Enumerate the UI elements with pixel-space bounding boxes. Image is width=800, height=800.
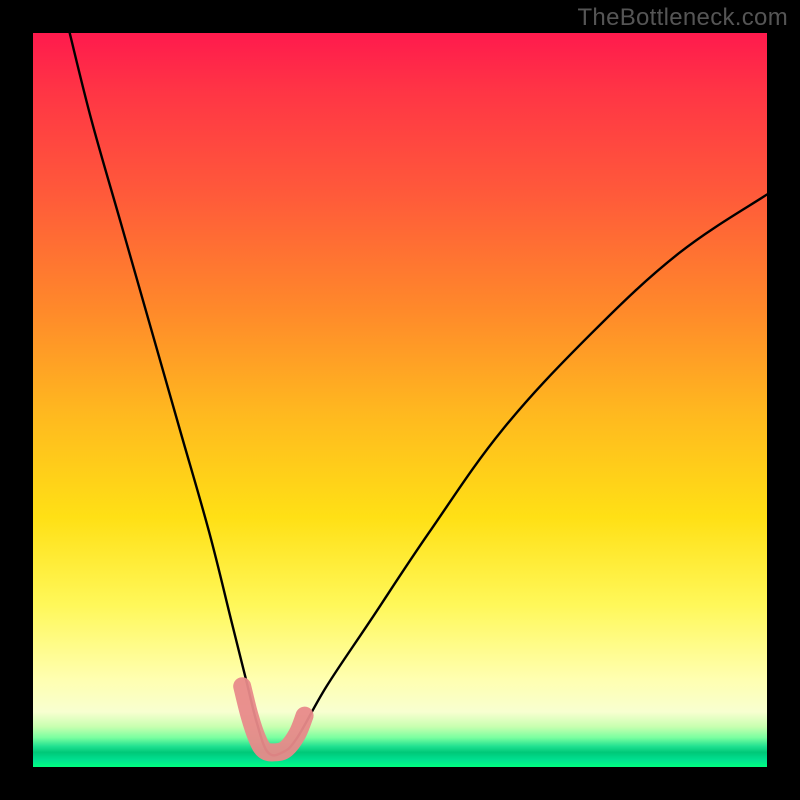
watermark-text: TheBottleneck.com [577,4,788,32]
bottleneck-curve [70,33,767,755]
chart-frame: TheBottleneck.com [0,0,800,800]
plot-area [33,33,767,767]
highlight-segment [242,686,304,752]
curve-layer [33,33,767,767]
